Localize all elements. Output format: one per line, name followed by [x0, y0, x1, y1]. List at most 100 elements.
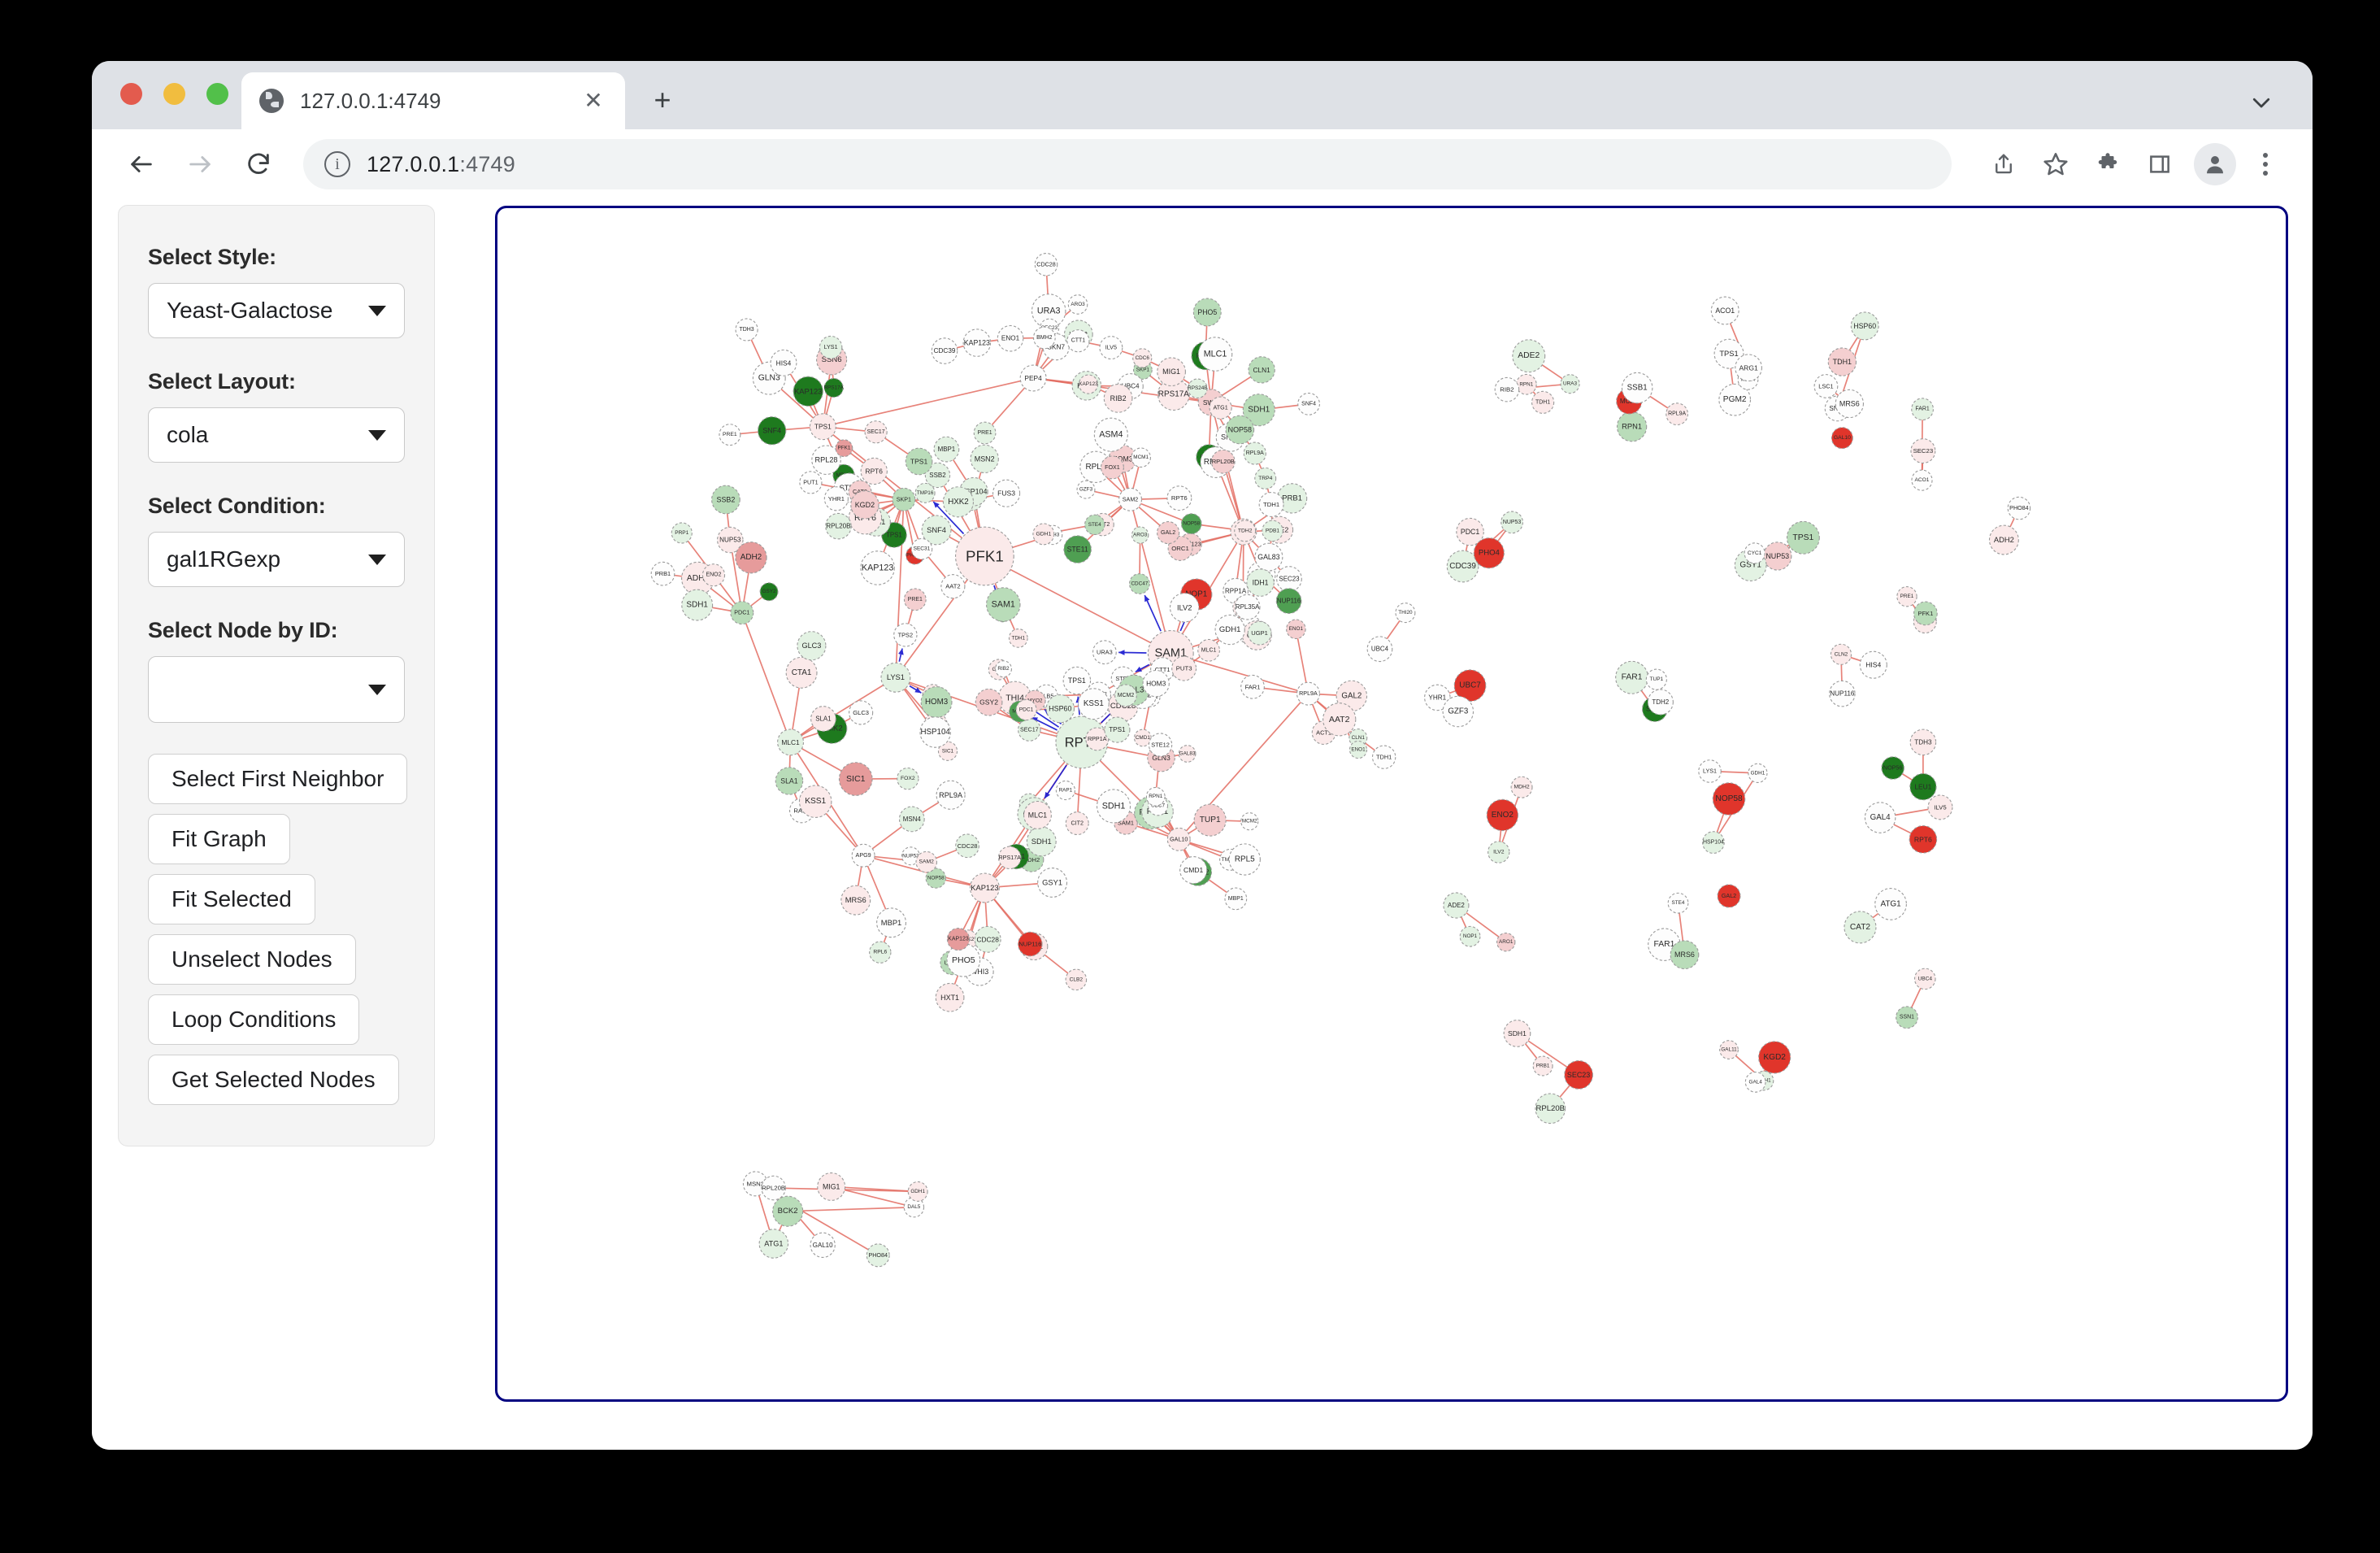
graph-node[interactable]: GAL11	[1720, 1041, 1739, 1059]
graph-node[interactable]: FAR1	[1616, 661, 1648, 694]
graph-node[interactable]: MLC1	[1198, 639, 1220, 661]
graph-node[interactable]: RPL20B	[762, 1176, 785, 1199]
graph-node[interactable]: GSY2	[975, 689, 1002, 716]
network-graph-canvas[interactable]: PFK1LYS1SAM1RPT6TPS1SWI4PEP4MLC1KAP123SK…	[495, 206, 2288, 1402]
side-panel-icon[interactable]	[2137, 141, 2182, 187]
graph-node[interactable]: ILV2	[1170, 594, 1199, 622]
graph-node[interactable]: RPN1	[1617, 412, 1646, 442]
graph-node[interactable]: PFK1	[1914, 602, 1938, 625]
graph-node[interactable]: HSP60	[1046, 695, 1074, 723]
graph-node[interactable]: GAL4	[1865, 803, 1895, 833]
graph-node[interactable]: GAL10	[810, 1233, 835, 1257]
graph-node[interactable]: TDH3	[736, 319, 758, 341]
graph-node[interactable]: RPT6	[861, 458, 887, 484]
graph-node[interactable]: CTA1	[786, 657, 817, 688]
graph-node[interactable]: SNF4	[758, 417, 786, 445]
graph-node[interactable]: PRB1	[651, 562, 675, 585]
graph-node[interactable]: GAL4	[1745, 1072, 1765, 1093]
graph-node[interactable]: NOP58	[1713, 783, 1744, 815]
graph-node[interactable]: BMH2	[1034, 327, 1056, 349]
graph-node[interactable]: RPL20B	[1535, 1094, 1566, 1124]
graph-node[interactable]: NOP56	[1882, 757, 1904, 779]
graph-node[interactable]: MLC1	[1024, 802, 1052, 829]
graph-node[interactable]: RPL35A	[1235, 594, 1260, 620]
graph-node[interactable]: HOM3	[921, 687, 952, 718]
graph-node[interactable]: MBP1	[1225, 888, 1247, 910]
graph-node[interactable]: RIB2	[1495, 377, 1518, 401]
graph-node[interactable]: MRS6	[841, 885, 871, 915]
graph-node[interactable]: HSP104	[1703, 832, 1725, 854]
graph-node[interactable]: FUS3	[993, 480, 1020, 507]
graph-node[interactable]: NUP116	[1276, 589, 1301, 614]
graph-node[interactable]: ATG1	[1875, 889, 1907, 920]
graph-node[interactable]: RIB2	[1104, 385, 1132, 413]
graph-node[interactable]: TDH1	[1373, 746, 1396, 768]
graph-node[interactable]: KAP123	[861, 551, 894, 585]
graph-node[interactable]: MCM2	[1115, 685, 1137, 707]
graph-node[interactable]: ILV2	[1488, 842, 1509, 863]
graph-node[interactable]: CMD1	[1180, 857, 1207, 884]
loop-conditions-button[interactable]: Loop Conditions	[148, 994, 359, 1045]
back-button[interactable]	[116, 139, 167, 189]
graph-node[interactable]: GDH1	[1215, 615, 1244, 644]
graph-node[interactable]: THI20	[1396, 603, 1415, 623]
graph-node[interactable]: MIG1	[1157, 358, 1186, 386]
graph-node[interactable]: MSN4	[899, 807, 924, 832]
cytoscape-network[interactable]: PFK1LYS1SAM1RPT6TPS1SWI4PEP4MLC1KAP123SK…	[497, 208, 2286, 1399]
graph-node[interactable]: AAT2	[941, 575, 965, 598]
graph-node[interactable]: NOP58	[1181, 514, 1201, 534]
graph-node[interactable]: GAL10	[1167, 828, 1190, 850]
graph-node[interactable]: MSN2	[971, 445, 998, 472]
graph-node[interactable]: ACO1	[1711, 297, 1739, 324]
style-select[interactable]: Yeast-Galactose	[148, 283, 405, 338]
graph-node[interactable]: HXK2	[943, 487, 973, 517]
graph-node[interactable]: ENO2	[702, 564, 724, 586]
graph-node[interactable]: TRP4	[1255, 468, 1276, 489]
share-icon[interactable]	[1981, 141, 2026, 187]
graph-node[interactable]: LSC1	[1814, 375, 1838, 398]
graph-node[interactable]: HSP60	[1851, 312, 1878, 340]
graph-node[interactable]: GSY1	[1038, 868, 1067, 898]
graph-node[interactable]: ENO1	[1287, 620, 1305, 638]
extensions-puzzle-icon[interactable]	[2085, 141, 2130, 187]
graph-node[interactable]: SEC23	[1565, 1061, 1593, 1090]
graph-node[interactable]: ARO3	[1068, 295, 1087, 314]
graph-node[interactable]: PUT3	[1172, 656, 1197, 681]
graph-node[interactable]: TPS1	[810, 414, 836, 440]
graph-node[interactable]: RPL9A	[936, 781, 965, 809]
graph-node[interactable]: ASM4	[1094, 418, 1127, 451]
graph-node[interactable]: NUP53	[1764, 542, 1792, 570]
graph-node[interactable]: TPS1	[906, 448, 932, 475]
graph-node[interactable]: ADH2	[736, 542, 767, 573]
graph-node[interactable]: KAP123	[1079, 375, 1098, 394]
graph-node[interactable]: SLA1	[811, 707, 836, 732]
graph-node[interactable]: RPL9A	[1666, 403, 1688, 425]
forward-button[interactable]	[175, 139, 225, 189]
graph-node[interactable]: YHR1	[824, 487, 848, 511]
graph-node[interactable]: TUP1	[1194, 804, 1226, 836]
graph-node[interactable]: FAR1	[1241, 675, 1265, 698]
graph-node[interactable]: STE4	[1085, 515, 1105, 534]
unselect-nodes-button[interactable]: Unselect Nodes	[148, 934, 356, 985]
graph-node[interactable]: TDH1	[1532, 391, 1554, 413]
graph-node[interactable]: HIS4	[1860, 651, 1887, 678]
graph-node[interactable]: RAP1	[1056, 781, 1075, 799]
graph-node[interactable]: ILV5	[1100, 337, 1123, 359]
graph-node[interactable]: SLA1	[775, 768, 802, 794]
graph-node[interactable]: CDC28	[956, 834, 979, 858]
get-selected-nodes-button[interactable]: Get Selected Nodes	[148, 1055, 399, 1105]
graph-node[interactable]: URA3	[1561, 375, 1579, 394]
graph-node[interactable]: CDC39	[932, 338, 957, 363]
graph-node[interactable]: TDH3	[1910, 729, 1935, 755]
graph-node[interactable]: TUP1	[1646, 669, 1666, 689]
graph-node[interactable]: ATG1	[1210, 397, 1231, 419]
graph-node[interactable]: RPN1	[1516, 374, 1536, 394]
three-dot-menu-icon[interactable]	[2246, 141, 2285, 187]
graph-node[interactable]: RPS17A	[999, 846, 1022, 868]
graph-node[interactable]: GAL2	[1718, 885, 1740, 907]
graph-node[interactable]: SDH1	[1097, 790, 1131, 823]
graph-node[interactable]: RPL20B	[1211, 450, 1235, 473]
graph-node[interactable]: SSB1	[1622, 372, 1652, 402]
graph-node[interactable]: GDH1	[1748, 763, 1767, 782]
graph-node[interactable]: KAP123	[947, 929, 969, 951]
